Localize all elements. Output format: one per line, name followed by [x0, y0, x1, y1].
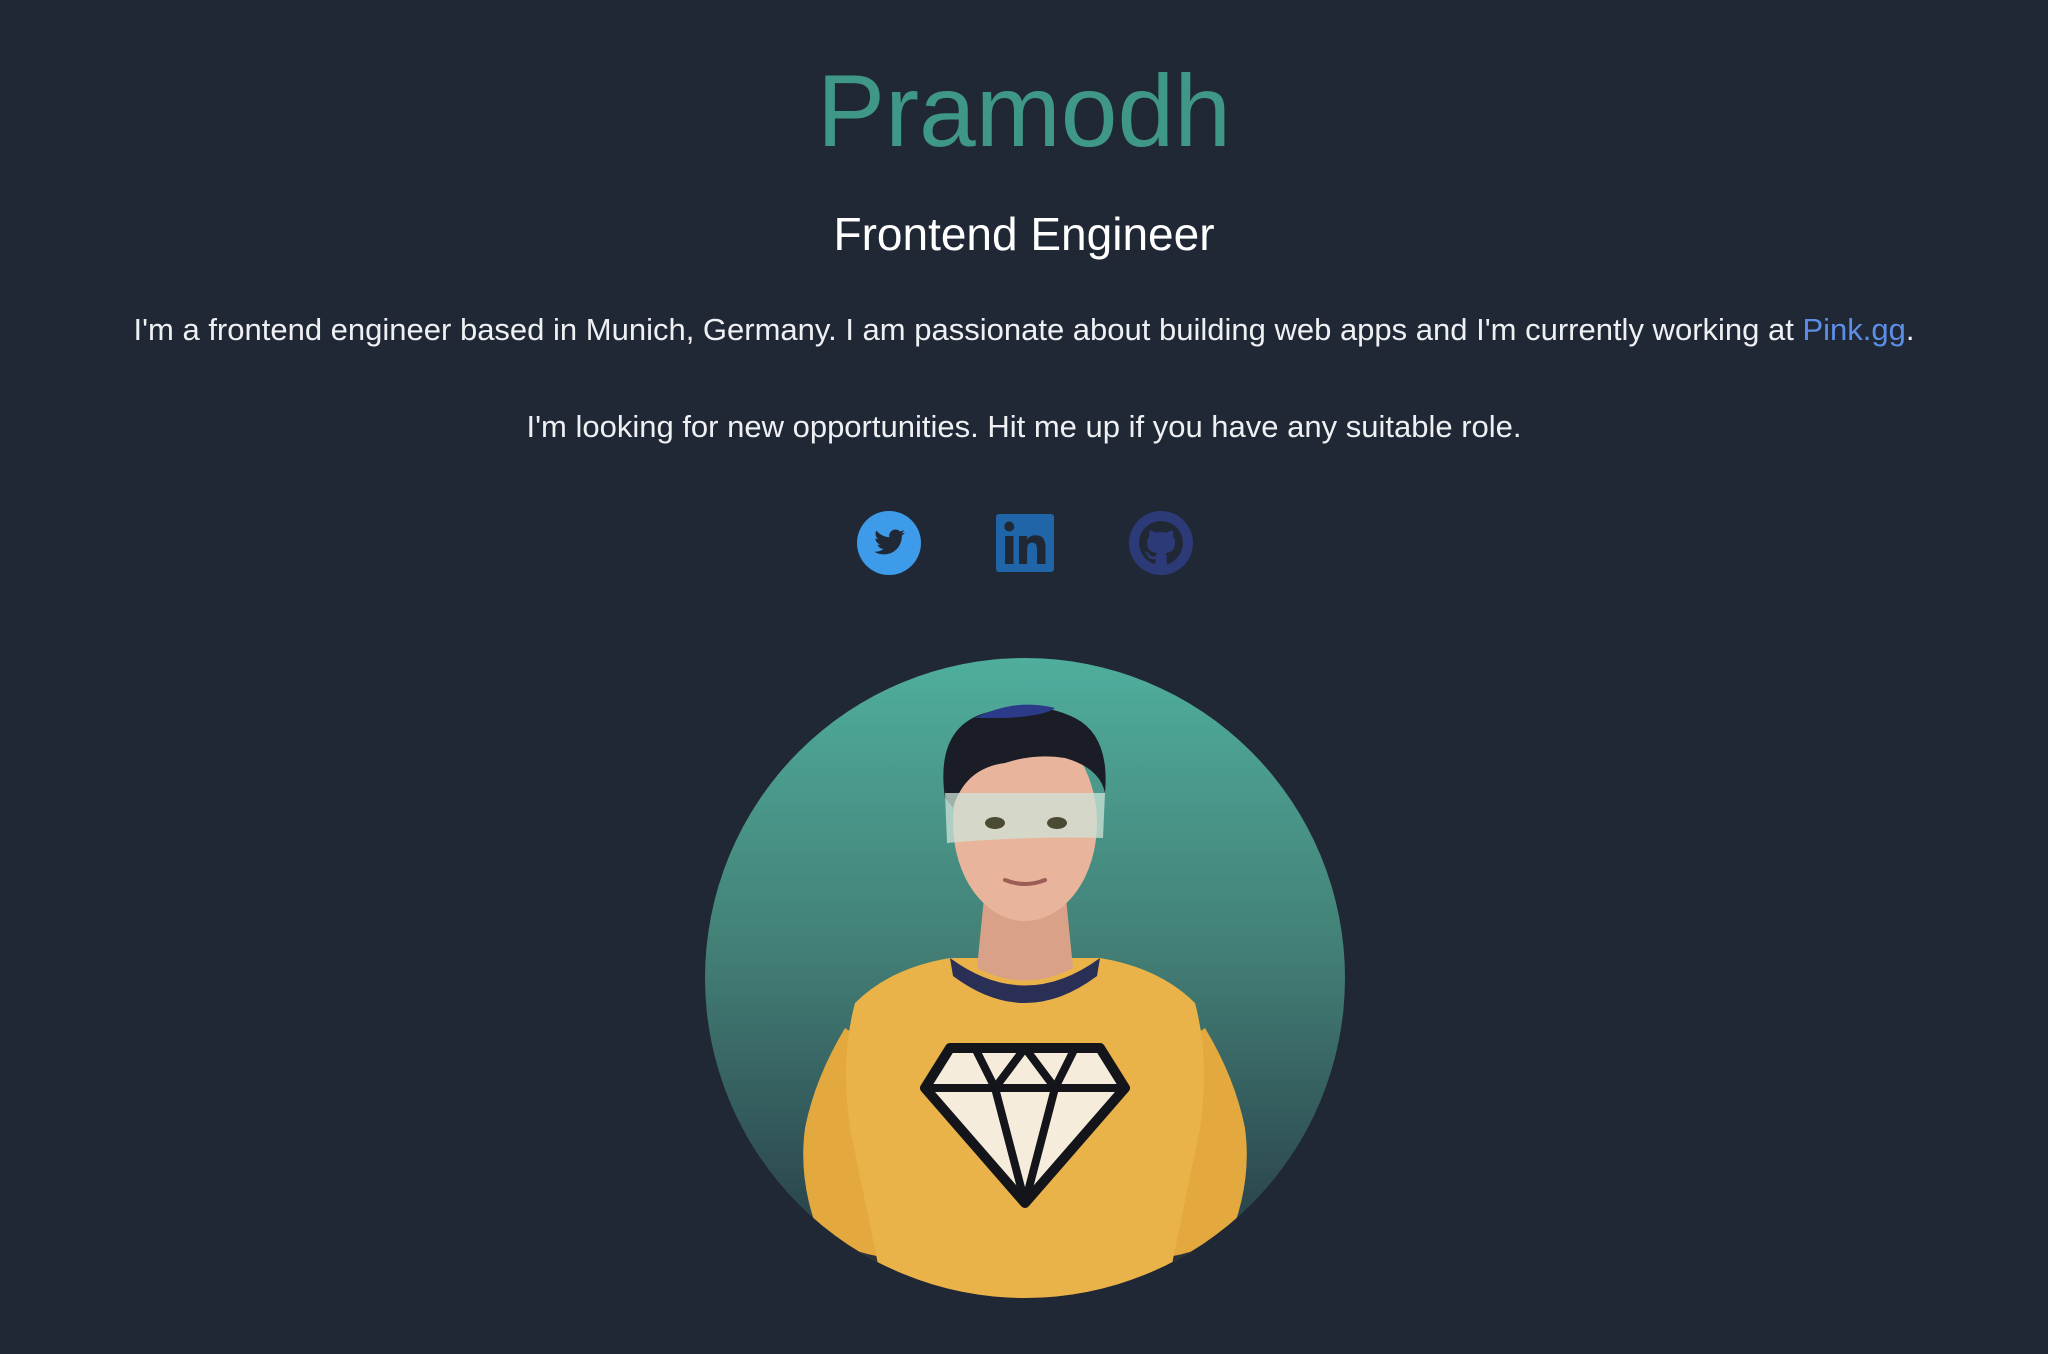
- avatar-illustration-icon: [803, 704, 1247, 1298]
- profile-name: Pramodh: [817, 54, 1231, 168]
- linkedin-link[interactable]: [990, 508, 1060, 578]
- bio-text: I'm a frontend engineer based in Munich,…: [133, 312, 1803, 347]
- twitter-icon: [857, 511, 921, 575]
- profile-page: Pramodh Frontend Engineer I'm a frontend…: [0, 0, 2048, 1354]
- looking-text: I'm looking for new opportunities. Hit m…: [526, 409, 1522, 444]
- social-links: [0, 508, 2048, 578]
- github-link[interactable]: [1126, 508, 1196, 578]
- linkedin-icon: [996, 514, 1054, 572]
- profile-bio: I'm a frontend engineer based in Munich,…: [0, 308, 2048, 352]
- profile-role: Frontend Engineer: [833, 208, 1215, 260]
- company-link[interactable]: Pink.gg: [1802, 312, 1905, 347]
- github-icon: [1129, 511, 1193, 575]
- avatar: [705, 658, 1345, 1298]
- bio-end: .: [1905, 312, 1915, 347]
- twitter-link[interactable]: [854, 508, 924, 578]
